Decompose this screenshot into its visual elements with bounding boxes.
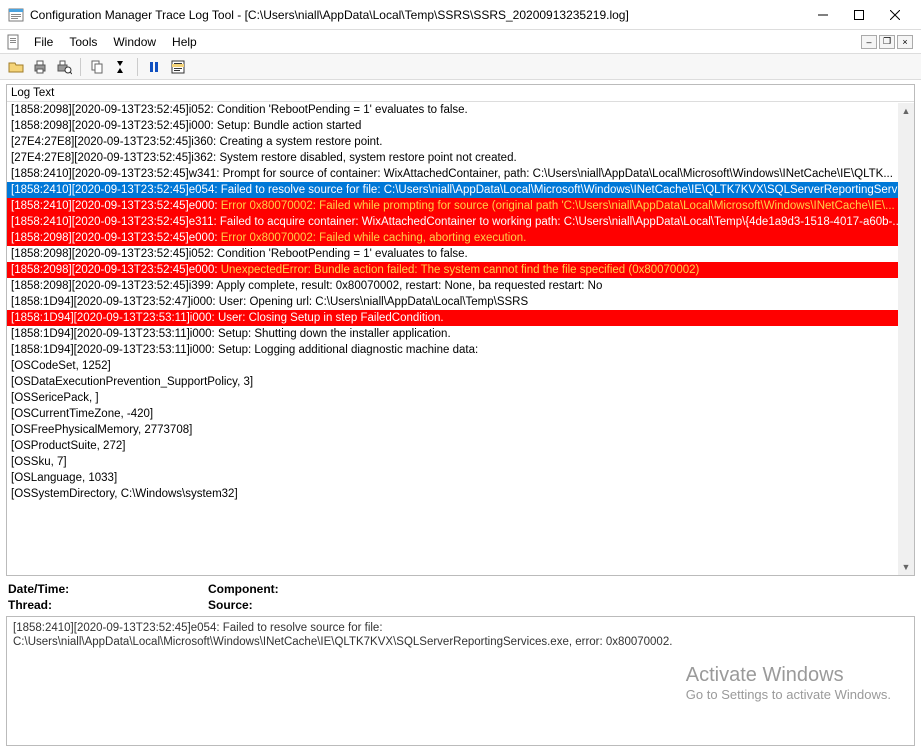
- log-line[interactable]: [OSSku, 7]: [7, 454, 914, 470]
- find-button[interactable]: [111, 57, 131, 77]
- log-line[interactable]: [1858:2410][2020-09-13T23:52:45]e054: Fa…: [7, 182, 914, 198]
- mdi-restore[interactable]: ❐: [879, 35, 895, 49]
- app-icon: [8, 7, 24, 23]
- title-bar: Configuration Manager Trace Log Tool - […: [0, 0, 921, 30]
- details-panel: Date/Time: Thread: Component: Source: [1…: [6, 578, 915, 746]
- scroll-down-button[interactable]: ▼: [898, 559, 914, 575]
- log-column-header[interactable]: Log Text: [7, 85, 914, 102]
- log-line[interactable]: [1858:2410][2020-09-13T23:52:45]e000: Er…: [7, 198, 914, 214]
- log-body[interactable]: [1858:2098][2020-09-13T23:52:45]i052: Co…: [7, 102, 914, 575]
- print-button[interactable]: [30, 57, 50, 77]
- toolbar: [0, 54, 921, 80]
- menu-window[interactable]: Window: [105, 33, 164, 51]
- log-line[interactable]: [1858:2098][2020-09-13T23:52:45]i052: Co…: [7, 102, 914, 118]
- open-button[interactable]: [6, 57, 26, 77]
- vertical-scrollbar[interactable]: ▲ ▼: [898, 103, 914, 575]
- log-line[interactable]: [1858:2098][2020-09-13T23:52:45]i399: Ap…: [7, 278, 914, 294]
- maximize-button[interactable]: [841, 3, 877, 27]
- log-line[interactable]: [27E4:27E8][2020-09-13T23:52:45]i362: Sy…: [7, 150, 914, 166]
- details-meta: Date/Time: Thread: Component: Source:: [6, 578, 915, 616]
- mdi-minimize[interactable]: –: [861, 35, 877, 49]
- log-line[interactable]: [1858:2098][2020-09-13T23:52:45]i052: Co…: [7, 246, 914, 262]
- log-line[interactable]: [1858:2098][2020-09-13T23:52:45]e000: Er…: [7, 230, 914, 246]
- source-label: Source:: [208, 598, 253, 612]
- log-line[interactable]: [1858:2098][2020-09-13T23:52:45]e000: Un…: [7, 262, 914, 278]
- print-preview-button[interactable]: [54, 57, 74, 77]
- mdi-controls: – ❐ ×: [861, 35, 917, 49]
- log-line[interactable]: [OSCodeSet, 1252]: [7, 358, 914, 374]
- datetime-label: Date/Time:: [8, 582, 69, 596]
- mdi-close[interactable]: ×: [897, 35, 913, 49]
- log-line[interactable]: [OSCurrentTimeZone, -420]: [7, 406, 914, 422]
- log-line[interactable]: [OSProductSuite, 272]: [7, 438, 914, 454]
- log-line[interactable]: [OSDataExecutionPrevention_SupportPolicy…: [7, 374, 914, 390]
- menu-bar: File Tools Window Help – ❐ ×: [0, 30, 921, 54]
- toolbar-separator: [137, 58, 138, 76]
- highlight-button[interactable]: [168, 57, 188, 77]
- log-line[interactable]: [OSFreePhysicalMemory, 2773708]: [7, 422, 914, 438]
- log-line[interactable]: [1858:1D94][2020-09-13T23:53:11]i000: Se…: [7, 326, 914, 342]
- log-line[interactable]: [27E4:27E8][2020-09-13T23:52:45]i360: Cr…: [7, 134, 914, 150]
- log-line[interactable]: [OSSystemDirectory, C:\Windows\system32]: [7, 486, 914, 502]
- log-line[interactable]: [1858:2098][2020-09-13T23:52:45]i000: Se…: [7, 118, 914, 134]
- window-title: Configuration Manager Trace Log Tool - […: [30, 8, 805, 22]
- minimize-button[interactable]: [805, 3, 841, 27]
- copy-button[interactable]: [87, 57, 107, 77]
- log-line[interactable]: [OSSericePack, ]: [7, 390, 914, 406]
- component-label: Component:: [208, 582, 279, 596]
- log-line[interactable]: [1858:2410][2020-09-13T23:52:45]e311: Fa…: [7, 214, 914, 230]
- menu-help[interactable]: Help: [164, 33, 205, 51]
- pause-button[interactable]: [144, 57, 164, 77]
- log-line[interactable]: [1858:1D94][2020-09-13T23:53:11]i000: Us…: [7, 310, 914, 326]
- log-line[interactable]: [1858:1D94][2020-09-13T23:52:47]i000: Us…: [7, 294, 914, 310]
- document-icon: [6, 34, 22, 50]
- toolbar-separator: [80, 58, 81, 76]
- menu-tools[interactable]: Tools: [61, 33, 105, 51]
- close-button[interactable]: [877, 3, 913, 27]
- window-controls: [805, 3, 913, 27]
- log-container: Log Text [1858:2098][2020-09-13T23:52:45…: [6, 84, 915, 576]
- menu-file[interactable]: File: [26, 33, 61, 51]
- thread-label: Thread:: [8, 598, 52, 612]
- log-line[interactable]: [1858:1D94][2020-09-13T23:53:11]i000: Se…: [7, 342, 914, 358]
- scroll-up-button[interactable]: ▲: [898, 103, 914, 119]
- log-line[interactable]: [OSLanguage, 1033]: [7, 470, 914, 486]
- log-line[interactable]: [1858:2410][2020-09-13T23:52:45]w341: Pr…: [7, 166, 914, 182]
- details-text[interactable]: [1858:2410][2020-09-13T23:52:45]e054: Fa…: [6, 616, 915, 746]
